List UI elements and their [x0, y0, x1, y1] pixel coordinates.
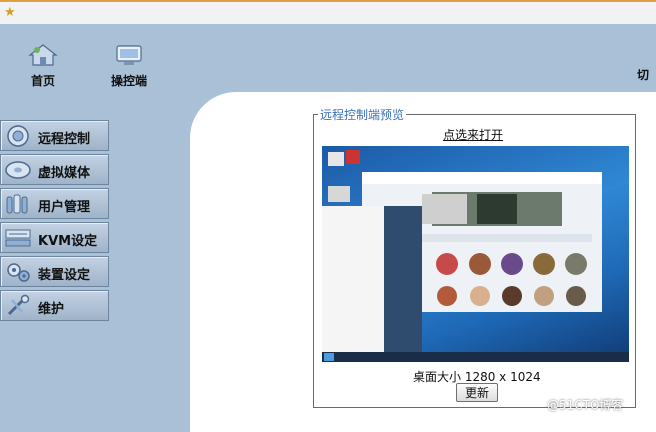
- sidebar-item-user-management[interactable]: 用户管理: [0, 188, 109, 219]
- switch-nav-label[interactable]: 切: [637, 66, 649, 83]
- operator-nav-button[interactable]: 操控端: [99, 44, 159, 89]
- sidebar-item-remote-control[interactable]: 远程控制: [0, 120, 109, 151]
- sidebar-item-device-settings[interactable]: 装置设定: [0, 256, 109, 287]
- home-icon: [28, 44, 58, 66]
- sidebar-menu: 远程控制 虚拟媒体 用户管理 KVM设定 装置设定 维护: [0, 120, 112, 324]
- sidebar-item-label: 远程控制: [38, 132, 91, 147]
- refresh-button[interactable]: 更新: [456, 383, 498, 402]
- sidebar-item-label: 用户管理: [38, 200, 91, 215]
- remote-desktop-preview-image: [322, 150, 629, 362]
- monitor-icon: [116, 45, 142, 65]
- sidebar-item-label: KVM设定: [38, 234, 98, 249]
- home-nav-label: 首页: [30, 74, 55, 88]
- sidebar-item-label: 虚拟媒体: [38, 166, 91, 181]
- home-nav-button[interactable]: 首页: [13, 44, 73, 89]
- virtual-media-icon: [5, 161, 31, 179]
- favorites-star-icon[interactable]: ★: [4, 5, 16, 21]
- device-settings-icon: [7, 263, 30, 282]
- title-bar: ★: [0, 0, 656, 24]
- maintenance-icon: [7, 294, 30, 316]
- remote-control-icon: [7, 125, 29, 147]
- kvm-settings-icon: [5, 229, 31, 247]
- preview-legend: 远程控制端预览: [318, 106, 407, 123]
- sidebar-item-kvm-settings[interactable]: KVM设定: [0, 222, 109, 253]
- open-preview-link[interactable]: 点选来打开: [443, 126, 503, 143]
- top-navigation: 首页 操控端 切: [0, 24, 656, 90]
- remote-desktop-thumbnail[interactable]: [322, 146, 629, 362]
- user-management-icon: [6, 194, 28, 214]
- operator-nav-label: 操控端: [110, 74, 147, 88]
- sidebar-item-virtual-media[interactable]: 虚拟媒体: [0, 154, 109, 185]
- sidebar-item-label: 装置设定: [38, 268, 91, 283]
- sidebar-item-maintenance[interactable]: 维护: [0, 290, 109, 321]
- sidebar-item-label: 维护: [38, 302, 65, 317]
- watermark: @51CTO博客: [547, 398, 624, 412]
